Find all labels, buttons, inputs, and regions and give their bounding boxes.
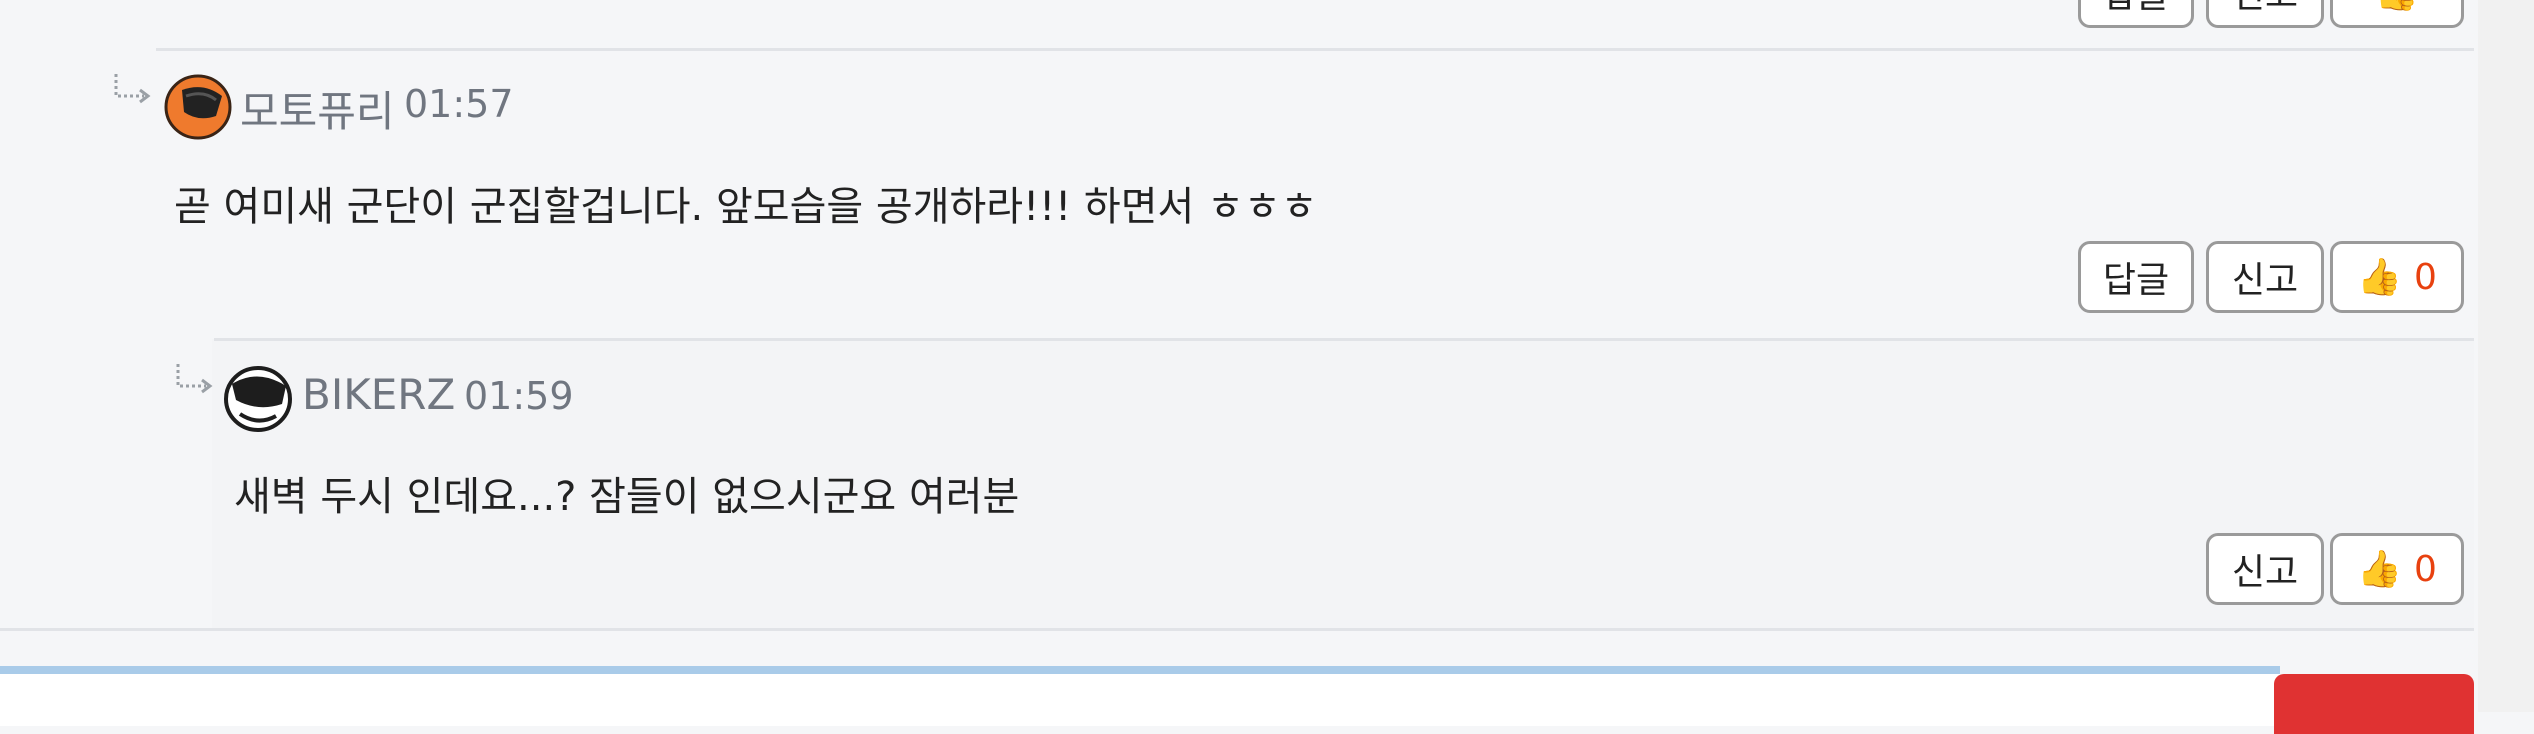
reply-button[interactable]: 답글 bbox=[2078, 241, 2194, 313]
report-button[interactable]: 신고 bbox=[2206, 533, 2324, 605]
helmet-avatar-icon bbox=[224, 366, 292, 432]
comment-divider bbox=[156, 48, 2474, 51]
reply-arrow-icon bbox=[176, 364, 213, 394]
like-count: 0 bbox=[2413, 256, 2437, 298]
comment-input[interactable] bbox=[0, 666, 2280, 726]
comment-time: 01:59 bbox=[464, 374, 574, 418]
like-count: 0 bbox=[2413, 548, 2437, 590]
thumbs-up-icon: 👍 bbox=[2357, 257, 2402, 298]
prev-report-button[interactable]: 신고 bbox=[2206, 0, 2324, 28]
like-button[interactable]: 👍 0 bbox=[2330, 533, 2464, 605]
comment-divider bbox=[214, 338, 2474, 341]
comment-time: 01:57 bbox=[404, 82, 514, 126]
thumbs-up-icon: 👍 bbox=[2357, 549, 2402, 590]
reply-arrow-icon bbox=[114, 74, 151, 104]
submit-comment-button[interactable] bbox=[2274, 674, 2474, 734]
like-button[interactable]: 👍 0 bbox=[2330, 241, 2464, 313]
comment-divider bbox=[0, 628, 2474, 631]
prev-reply-button[interactable]: 답글 bbox=[2078, 0, 2194, 28]
report-button[interactable]: 신고 bbox=[2206, 241, 2324, 313]
comment-text: 곧 여미새 군단이 군집할겁니다. 앞모습을 공개하라!!! 하면서 ㅎㅎㅎ bbox=[174, 184, 1318, 230]
prev-like-button[interactable]: 👍 bbox=[2330, 0, 2464, 28]
comment-author[interactable]: 모토퓨리 bbox=[240, 78, 395, 139]
comment-author[interactable]: BIKERZ bbox=[302, 370, 455, 419]
thumbs-up-icon: 👍 bbox=[2375, 0, 2420, 13]
comment-text: 새벽 두시 인데요...? 잠들이 없으시군요 여러분 bbox=[234, 474, 1020, 520]
scrollbar[interactable] bbox=[2478, 0, 2534, 712]
helmet-avatar-icon bbox=[164, 74, 232, 140]
